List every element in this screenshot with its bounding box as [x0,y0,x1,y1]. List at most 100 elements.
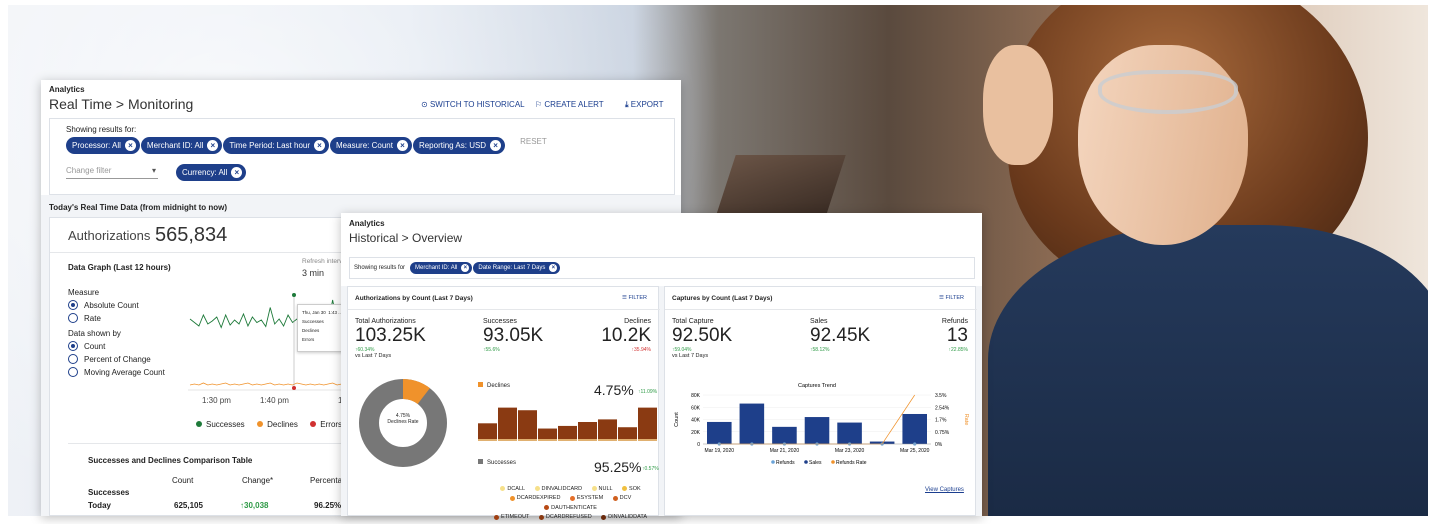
filter-chips: Processor: All × Merchant ID: All × Time P… [66,137,658,154]
declines-delta: ↑11.09% [638,389,658,395]
declines-bar-chart[interactable] [478,400,658,442]
stat-declines: Declines 10.2K ↑35.94% [601,318,651,353]
radio-absolute-count[interactable]: Absolute Count [68,300,165,310]
card-title: Authorizations by Count (Last 7 Days) [355,295,473,302]
measure-label: Measure [68,288,100,297]
declines-bar [638,407,657,439]
chip-currency[interactable]: Currency: All × [176,164,247,181]
declines-line [189,382,347,386]
donut-center: 4.75% Declines Rate [387,413,419,425]
reset-button[interactable]: RESET [520,137,547,146]
authorizations-card: Authorizations by Count (Last 7 Days) ☰ … [347,286,660,520]
stat-successes: Successes 93.05K ↑55.6% [483,318,544,353]
legend-marker [831,460,835,464]
chip-date-range[interactable]: Date Range: Last 7 Days × [473,262,561,274]
chip-measure[interactable]: Measure: Count × [330,137,412,154]
section-label: Analytics [49,85,85,94]
decline-codes-legend: DCALL DINVALIDCARD NULL SOK DCARDEXPIRED… [488,483,658,521]
sales-bar [772,426,797,444]
y2-tick: 0.75% [935,430,950,436]
errors-point [292,386,296,390]
comparison-table-title: Successes and Declines Comparison Table [88,456,253,465]
successes-point [292,293,296,297]
legend-label: Sales [809,460,822,466]
declines-bar [618,427,637,439]
auth-label: Authorizations [68,228,151,243]
declines-pct: 4.75% [594,382,634,398]
export-link[interactable]: ⤓ EXPORT [625,100,664,110]
declines-bar [518,410,537,439]
sales-bar [739,403,765,444]
chip-reporting[interactable]: Reporting As: USD × [412,137,506,154]
x-tick: 1:30 pm [202,396,231,405]
x-tick: Mar 25, 2020 [900,448,930,454]
declines-bar [578,422,597,439]
declines-bar [498,407,517,439]
successes-pct: 95.25% [594,459,642,475]
radio-rate[interactable]: Rate [68,313,165,323]
y2-tick: 1.7% [935,418,947,424]
table-row: Today [88,501,111,510]
legend-label: Refunds [776,460,795,466]
filter-button[interactable]: ☰ FILTER [622,295,647,301]
section-label: Analytics [349,219,385,228]
showing-label: Showing results for: [66,125,137,134]
card-title: Captures by Count (Last 7 Days) [672,295,773,302]
y-tick: 40K [691,418,701,424]
y2-tick: 2.54% [935,405,950,411]
declines-bar-base [498,439,517,441]
declines-bar [538,428,557,439]
refresh-value[interactable]: 3 min [302,268,324,278]
y-tick: 0 [697,442,700,448]
showing-label: Showing results for [354,265,406,271]
x-tick: Mar 23, 2020 [835,448,865,454]
stat-total-capture: Total Capture 92.50K ↑59.04% vs Last 7 D… [672,318,733,359]
declines-bar-base [578,439,597,441]
declines-bar-base [538,439,557,441]
chip-processor[interactable]: Processor: All × [66,137,140,154]
y-tick: 60K [691,405,701,411]
declines-bar-base [598,439,617,441]
y2-axis-label: Rate [963,414,969,426]
graph-title: Data Graph (Last 12 hours) [68,263,171,272]
declines-bar [558,425,577,439]
change-filter-dropdown[interactable]: Change filter ▾ [66,166,158,179]
chart-title: Captures Trend [798,383,836,389]
radio-count[interactable]: Count [68,341,165,351]
legend-marker [771,460,775,464]
radio-percent-change[interactable]: Percent of Change [68,354,165,364]
view-captures-link[interactable]: View Captures [925,487,964,493]
declines-bar [598,419,617,439]
legend-marker [804,460,808,464]
create-alert-link[interactable]: ⚐ CREATE ALERT [535,100,604,109]
chart-legend: Successes Declines Errors [196,414,350,432]
y2-tick: 0% [935,442,943,448]
declines-bar-base [478,439,497,441]
sales-bar [707,421,732,444]
legend-label: Refunds Rate [836,460,867,466]
auth-value: 565,834 [155,224,228,246]
shown-label: Data shown by [68,329,121,338]
x-tick: 1:40 pm [260,396,289,405]
chevron-down-icon: ▾ [151,166,156,175]
historical-panel: Analytics Historical > Overview Showing … [341,213,982,520]
declines-bar-base [638,439,657,441]
chip-merchant[interactable]: Merchant ID: All × [410,262,473,274]
captures-trend-chart[interactable]: Captures Trend 0 20K 40K 60K 80K 0% 0.75% 1.7% 2.… [669,381,974,473]
captures-card: Captures by Count (Last 7 Days) ☰ FILTER… [664,286,977,516]
chip-time-period[interactable]: Time Period: Last hour × [223,137,330,154]
switch-historical-link[interactable]: ⊙ SWITCH TO HISTORICAL [421,100,525,109]
declines-bar-base [618,439,637,441]
chip-merchant[interactable]: Merchant ID: All × [140,137,223,154]
sales-bar [902,413,927,444]
filter-button[interactable]: ☰ FILTER [939,295,964,301]
declines-bar-base [558,439,577,441]
y-axis-label: Count [674,412,680,427]
x-tick: Mar 19, 2020 [705,448,735,454]
y-tick: 20K [691,430,701,436]
successes-label: Successes [478,459,516,466]
sales-bar [804,417,830,444]
page-title: Historical > Overview [349,231,463,245]
radio-moving-average[interactable]: Moving Average Count [68,367,165,377]
sales-bar [837,422,862,444]
